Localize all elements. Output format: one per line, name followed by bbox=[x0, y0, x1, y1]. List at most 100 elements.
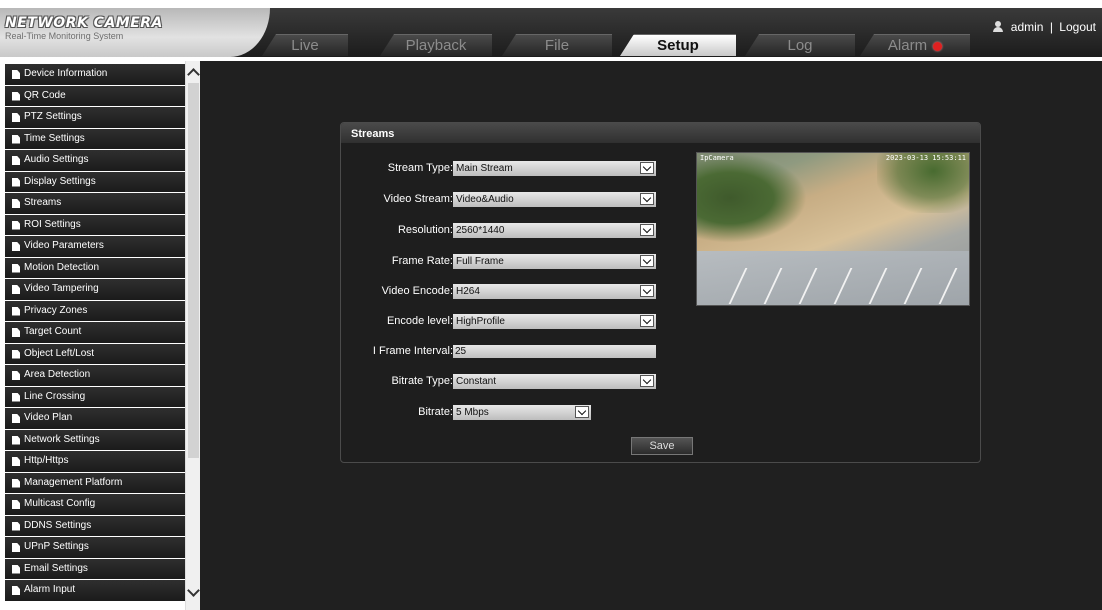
document-icon bbox=[12, 199, 20, 208]
logout-link[interactable]: Logout bbox=[1059, 20, 1096, 34]
tab-file-label: File bbox=[544, 37, 570, 54]
encode-level-select[interactable]: HighProfile bbox=[453, 314, 656, 329]
sidebar-item-target-count[interactable]: Target Count bbox=[5, 322, 185, 343]
document-icon bbox=[12, 457, 20, 466]
sidebar-item-line-crossing[interactable]: Line Crossing bbox=[5, 386, 185, 407]
i-frame-interval-label: I Frame Interval: bbox=[372, 345, 453, 357]
video-encode-label: Video Encode: bbox=[381, 285, 453, 297]
frame-rate-select[interactable]: Full Frame bbox=[453, 254, 656, 269]
document-icon bbox=[12, 392, 20, 402]
chevron-down-icon[interactable] bbox=[640, 285, 654, 297]
sidebar-item-roi-settings[interactable]: ROI Settings bbox=[5, 214, 185, 235]
resolution-select[interactable]: 2560*1440 bbox=[453, 223, 656, 238]
chevron-down-icon[interactable] bbox=[640, 193, 654, 205]
preview-timestamp: 2023-03-13 15:53:11 bbox=[885, 154, 966, 162]
tab-alarm-label: Alarm bbox=[887, 37, 928, 54]
sidebar-item-email-settings[interactable]: Email Settings bbox=[5, 558, 185, 579]
sidebar-item-management-platform[interactable]: Management Platform bbox=[5, 472, 185, 493]
brand-logo: NETWORK CAMERA Real-Time Monitoring Syst… bbox=[0, 8, 270, 57]
sidebar-item-label: Alarm Input bbox=[24, 584, 76, 595]
i-frame-interval-input[interactable]: 25 bbox=[453, 345, 656, 358]
tab-playback[interactable]: Playback bbox=[380, 34, 492, 56]
frame-rate-value: Full Frame bbox=[456, 256, 504, 267]
sidebar-item-label: Line Crossing bbox=[24, 390, 86, 402]
frame-rate-row: Frame Rate: bbox=[250, 254, 453, 269]
sidebar-item-motion-detection[interactable]: Motion Detection bbox=[5, 257, 185, 278]
sidebar-item-label: Multicast Config bbox=[24, 498, 96, 509]
sidebar-item-label: Video Parameters bbox=[24, 240, 104, 251]
sidebar-item-label: DDNS Settings bbox=[24, 519, 92, 531]
sidebar-scrollbar[interactable] bbox=[185, 61, 200, 610]
resolution-label: Resolution: bbox=[397, 224, 453, 236]
resolution-row: Resolution: bbox=[250, 223, 453, 238]
document-icon bbox=[12, 349, 20, 359]
sidebar-item-upnp-settings[interactable]: UPnP Settings bbox=[5, 537, 185, 558]
stream-type-select[interactable]: Main Stream bbox=[453, 161, 656, 176]
tab-alarm[interactable]: Alarm bbox=[860, 34, 970, 56]
tab-log[interactable]: Log bbox=[745, 34, 855, 56]
sidebar-item-label: Video Tampering bbox=[24, 283, 99, 294]
chevron-down-icon[interactable] bbox=[640, 162, 654, 174]
chevron-down-icon[interactable] bbox=[640, 255, 654, 267]
bitrate-type-value: Constant bbox=[456, 376, 497, 387]
bitrate-value: 5 Mbps bbox=[456, 407, 489, 418]
video-encode-row: Video Encode: bbox=[250, 284, 453, 299]
tab-setup[interactable]: Setup bbox=[620, 34, 736, 56]
sidebar-item-time-settings[interactable]: Time Settings bbox=[5, 128, 185, 149]
sidebar: Device Information QR Code PTZ Settings … bbox=[0, 61, 200, 610]
bitrate-select[interactable]: 5 Mbps bbox=[453, 405, 591, 420]
tab-file[interactable]: File bbox=[502, 34, 612, 56]
video-encode-value: H264 bbox=[456, 286, 480, 297]
save-button[interactable]: Save bbox=[631, 437, 693, 455]
bitrate-type-label: Bitrate Type: bbox=[391, 375, 453, 387]
sidebar-item-multicast-config[interactable]: Multicast Config bbox=[5, 494, 185, 515]
sidebar-item-label: Video Plan bbox=[24, 412, 73, 423]
sidebar-item-streams[interactable]: Streams bbox=[5, 193, 185, 214]
chevron-down-icon[interactable] bbox=[640, 224, 654, 236]
sidebar-item-qr-code[interactable]: QR Code bbox=[5, 85, 185, 106]
sidebar-item-ptz-settings[interactable]: PTZ Settings bbox=[5, 107, 185, 128]
sidebar-item-video-parameters[interactable]: Video Parameters bbox=[5, 236, 185, 257]
scroll-up-icon[interactable] bbox=[187, 68, 200, 81]
header: NETWORK CAMERA Real-Time Monitoring Syst… bbox=[0, 0, 1102, 61]
sidebar-item-http-https[interactable]: Http/Https bbox=[5, 451, 185, 472]
encode-level-row: Encode level: bbox=[250, 314, 453, 329]
encode-level-label: Encode level: bbox=[386, 315, 453, 327]
tab-live[interactable]: Live bbox=[262, 34, 348, 56]
video-stream-value: Video&Audio bbox=[456, 194, 514, 205]
stream-type-label: Stream Type: bbox=[387, 162, 453, 174]
sidebar-item-display-settings[interactable]: Display Settings bbox=[5, 171, 185, 192]
sidebar-item-audio-settings[interactable]: Audio Settings bbox=[5, 150, 185, 171]
sidebar-item-alarm-input[interactable]: Alarm Input bbox=[5, 580, 185, 601]
bitrate-type-select[interactable]: Constant bbox=[453, 374, 656, 389]
sidebar-item-network-settings[interactable]: Network Settings bbox=[5, 429, 185, 450]
sidebar-item-label: Area Detection bbox=[24, 369, 91, 380]
scroll-down-icon[interactable] bbox=[187, 584, 200, 597]
chevron-down-icon[interactable] bbox=[640, 315, 654, 327]
sidebar-item-area-detection[interactable]: Area Detection bbox=[5, 365, 185, 386]
sidebar-item-ddns-settings[interactable]: DDNS Settings bbox=[5, 515, 185, 536]
sidebar-item-video-tampering[interactable]: Video Tampering bbox=[5, 279, 185, 300]
sidebar-item-label: Email Settings bbox=[24, 562, 88, 574]
preview-trees bbox=[697, 153, 807, 243]
sidebar-item-video-plan[interactable]: Video Plan bbox=[5, 408, 185, 429]
document-icon bbox=[12, 220, 20, 230]
document-icon bbox=[12, 91, 20, 101]
document-icon bbox=[12, 328, 20, 337]
scroll-thumb[interactable] bbox=[188, 83, 199, 458]
sidebar-item-label: Privacy Zones bbox=[24, 304, 88, 316]
sidebar-item-object-left-lost[interactable]: Object Left/Lost bbox=[5, 343, 185, 364]
chevron-down-icon[interactable] bbox=[575, 406, 589, 418]
bitrate-type-row: Bitrate Type: bbox=[250, 374, 453, 389]
video-stream-select[interactable]: Video&Audio bbox=[453, 192, 656, 207]
sidebar-item-label: Display Settings bbox=[24, 175, 96, 187]
sidebar-item-label: Audio Settings bbox=[24, 154, 89, 165]
sidebar-item-privacy-zones[interactable]: Privacy Zones bbox=[5, 300, 185, 321]
username: admin bbox=[1010, 20, 1044, 34]
video-stream-label: Video Stream: bbox=[383, 193, 453, 205]
tab-setup-label: Setup bbox=[657, 37, 699, 54]
chevron-down-icon[interactable] bbox=[640, 375, 654, 387]
video-encode-select[interactable]: H264 bbox=[453, 284, 656, 299]
sidebar-item-device-information[interactable]: Device Information bbox=[5, 64, 185, 85]
sidebar-menu: Device Information QR Code PTZ Settings … bbox=[5, 64, 185, 602]
